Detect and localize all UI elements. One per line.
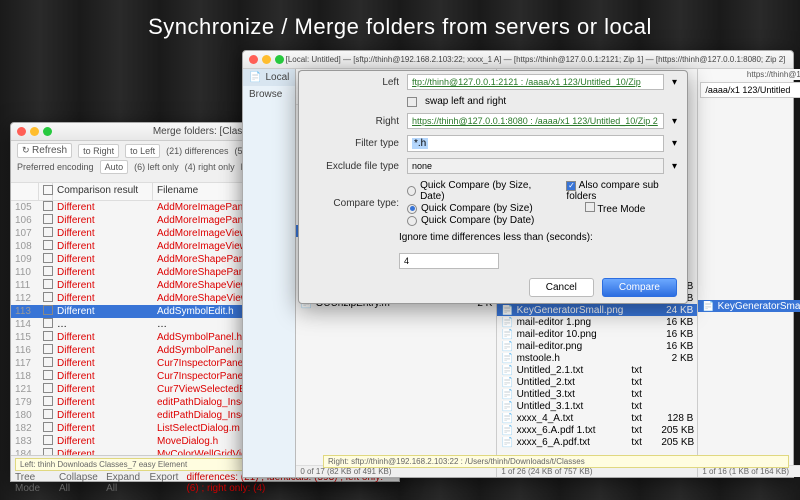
pane-title: https://thinh@127.0.0.1:2121	[698, 69, 800, 80]
titlebar[interactable]: [Local: Untitled] — [sftp://thinh@192.16…	[243, 51, 793, 69]
list-item[interactable]: 📄 mail-editor 10.png16 KB	[497, 328, 697, 340]
compare-dialog: Left ftp://thinh@127.0.0.1:2121 : /aaaa/…	[298, 70, 688, 304]
compare-radio-1[interactable]	[407, 186, 416, 196]
list-item[interactable]: 📄 xxxx_4_A.txttxt128 B	[497, 412, 697, 424]
compare-radio-3[interactable]	[407, 216, 417, 226]
tree-mode-checkbox[interactable]	[585, 202, 595, 212]
filter-label: Filter type	[309, 138, 399, 149]
dropdown-icon[interactable]: ▾	[672, 116, 677, 127]
right-path[interactable]: Right: sftp://thinh@192.168.2.103:22 : /…	[323, 455, 789, 468]
zoom-icon[interactable]	[43, 127, 52, 136]
list-item[interactable]: 📄 Untitled_3.1.txttxt	[497, 400, 697, 412]
ignore-seconds-input[interactable]	[399, 253, 499, 269]
checkbox-col[interactable]	[39, 183, 53, 200]
right-only-count: (4) right only	[185, 162, 235, 172]
list-item[interactable]: 📄 Untitled_3.txttxt	[497, 388, 697, 400]
export-button[interactable]: Export	[150, 472, 179, 494]
file-list[interactable]: 📄 KeyGeneratorSmall 2.png24 KB📄 KeyGener…	[497, 280, 697, 465]
compare-radio-2[interactable]	[407, 204, 417, 214]
list-item[interactable]: 📄 mail-editor.png16 KB	[497, 340, 697, 352]
path-input[interactable]: /aaaa/x1 123/Untitled	[700, 82, 800, 98]
sidebar-browse[interactable]: Browse	[243, 86, 295, 103]
list-item[interactable]: 📄 Untitled_2.1.txttxt	[497, 364, 697, 376]
swap-checkbox[interactable]	[407, 97, 417, 107]
list-item[interactable]: 📄 xxxx_6_A.pdf.txttxt205 KB	[497, 436, 697, 448]
refresh-button[interactable]: ↻ Refresh	[17, 143, 72, 158]
differences-count: (21) differences	[166, 146, 228, 156]
sidebar-local[interactable]: 📄 Local	[243, 69, 295, 86]
to-left-button[interactable]: to Left	[125, 144, 160, 158]
exclude-label: Exclude file type	[309, 161, 399, 172]
sidebar: 📄 Local Browse	[243, 69, 296, 477]
left-only-count: (6) left only	[134, 162, 179, 172]
minimize-icon[interactable]	[30, 127, 39, 136]
minimize-icon[interactable]	[262, 55, 271, 64]
left-url-input[interactable]: ftp://thinh@127.0.0.1:2121 : /aaaa/x1 12…	[407, 74, 664, 90]
right-label: Right	[309, 116, 399, 127]
window-title: [Local: Untitled] — [sftp://thinh@192.16…	[284, 55, 787, 64]
list-item[interactable]: 📄 Untitled_2.txttxt	[497, 376, 697, 388]
collapse-button[interactable]: Collapse All	[59, 472, 98, 494]
swap-label: swap left and right	[425, 96, 506, 107]
close-icon[interactable]	[17, 127, 26, 136]
to-right-button[interactable]: to Right	[78, 144, 119, 158]
compare-button[interactable]: Compare	[602, 278, 677, 297]
list-item[interactable]: 📄 mstoole.h2 KB	[497, 352, 697, 364]
dropdown-icon[interactable]: ▾	[672, 77, 677, 88]
close-icon[interactable]	[249, 55, 258, 64]
right-url-input[interactable]: https://thinh@127.0.0.1:8080 : /aaaa/x1 …	[407, 113, 664, 129]
list-item[interactable]: 📄 KeyGeneratorSmall.png24 KB	[497, 304, 697, 316]
sub-folders-checkbox[interactable]	[566, 181, 576, 191]
ignore-label: Ignore time differences less than (secon…	[399, 232, 593, 243]
comparison-col[interactable]: Comparison result	[53, 183, 153, 200]
page-heading: Synchronize / Merge folders from servers…	[0, 0, 800, 54]
encoding-label: Preferred encoding	[17, 162, 94, 172]
zoom-icon[interactable]	[275, 55, 284, 64]
dropdown-icon[interactable]: ▾	[672, 161, 677, 172]
list-item[interactable]: 📄 xxxx_6.A.pdf 1.txttxt205 KB	[497, 424, 697, 436]
left-label: Left	[309, 77, 399, 88]
file-pane-3: https://thinh@127.0.0.1:2121 /aaaa/x1 12…	[698, 69, 800, 477]
file-list[interactable]: 📄 KeyGeneratorSmall.png	[698, 300, 800, 465]
expand-button[interactable]: Expand All	[106, 472, 141, 494]
tree-mode-toggle[interactable]: Tree Mode	[15, 472, 51, 494]
compare-type-label: Compare type:	[309, 198, 399, 209]
cancel-button[interactable]: Cancel	[529, 278, 594, 297]
dropdown-icon[interactable]: ▾	[672, 138, 677, 149]
encoding-select[interactable]: Auto	[100, 160, 129, 174]
list-item[interactable]: 📄 KeyGeneratorSmall.png	[698, 300, 800, 312]
filter-input[interactable]: *.h	[407, 135, 664, 152]
list-item[interactable]: 📄 mail-editor 1.png16 KB	[497, 316, 697, 328]
exclude-select[interactable]: none	[407, 158, 664, 174]
